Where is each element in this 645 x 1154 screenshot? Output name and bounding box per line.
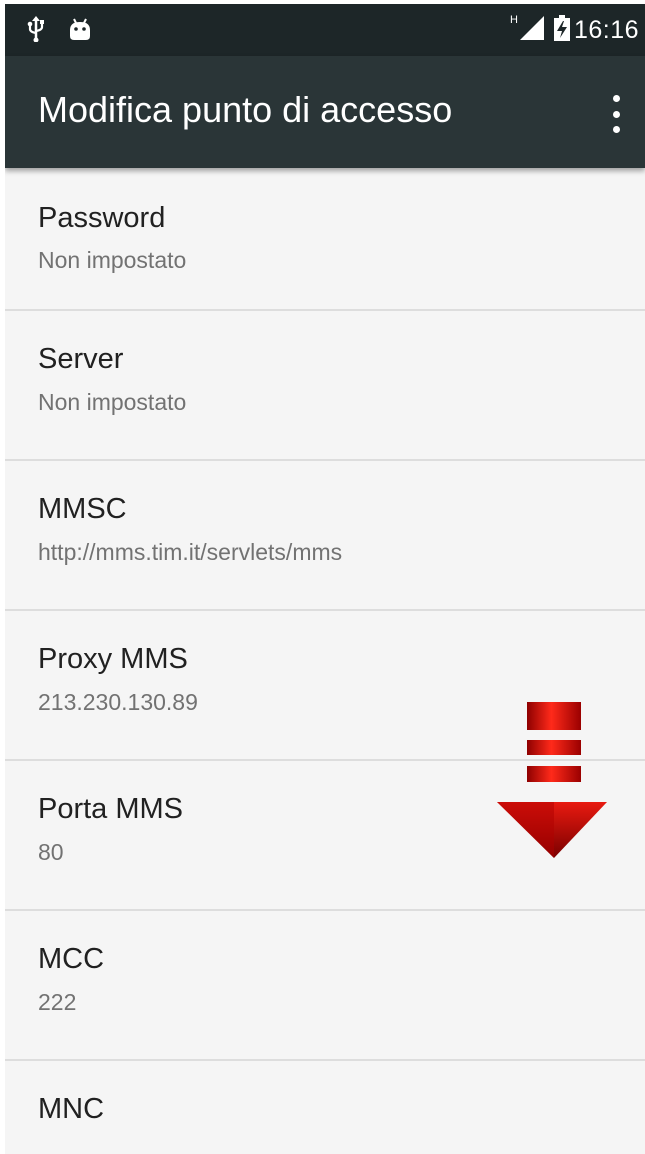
battery-charging-icon: [553, 14, 570, 46]
setting-title: Porta MMS: [38, 793, 184, 825]
setting-value: 222: [38, 989, 77, 1015]
scroll-down-arrow-icon: [495, 702, 609, 862]
setting-item-mmsc[interactable]: MMSC http://mms.tim.it/servlets/mms: [5, 461, 645, 611]
setting-title: Password: [38, 202, 166, 234]
setting-value: 80: [38, 839, 64, 865]
network-type-label: H: [509, 14, 518, 26]
setting-title: Server: [38, 343, 124, 375]
setting-title: MCC: [38, 943, 105, 975]
setting-title: MNC: [38, 1093, 105, 1125]
signal-icon: [519, 15, 544, 45]
setting-value: http://mms.tim.it/servlets/mms: [38, 539, 343, 565]
setting-value: Non impostato: [38, 389, 187, 415]
android-icon: [67, 16, 93, 47]
status-time: 16:16: [573, 15, 639, 44]
setting-item-password[interactable]: Password Non impostato: [5, 168, 645, 311]
page-title: Modifica punto di accesso: [38, 89, 453, 130]
screen: H 16:16 Modifica punto di accesso Passwo…: [5, 4, 645, 1154]
more-vert-icon[interactable]: [601, 92, 631, 136]
setting-value: 213.230.130.89: [38, 689, 198, 715]
setting-title: MMSC: [38, 493, 127, 525]
setting-title: Proxy MMS: [38, 643, 188, 675]
setting-item-server[interactable]: Server Non impostato: [5, 311, 645, 461]
setting-item-mnc[interactable]: MNC: [5, 1061, 645, 1154]
usb-icon: [27, 16, 45, 47]
setting-item-mcc[interactable]: MCC 222: [5, 911, 645, 1061]
status-bar: H 16:16: [5, 4, 645, 56]
app-bar: Modifica punto di accesso: [5, 56, 645, 168]
status-bar-notifications: [27, 16, 93, 47]
status-bar-system: H 16:16: [510, 4, 639, 56]
setting-value: Non impostato: [38, 247, 187, 273]
settings-list: Password Non impostato Server Non impost…: [5, 168, 645, 1154]
